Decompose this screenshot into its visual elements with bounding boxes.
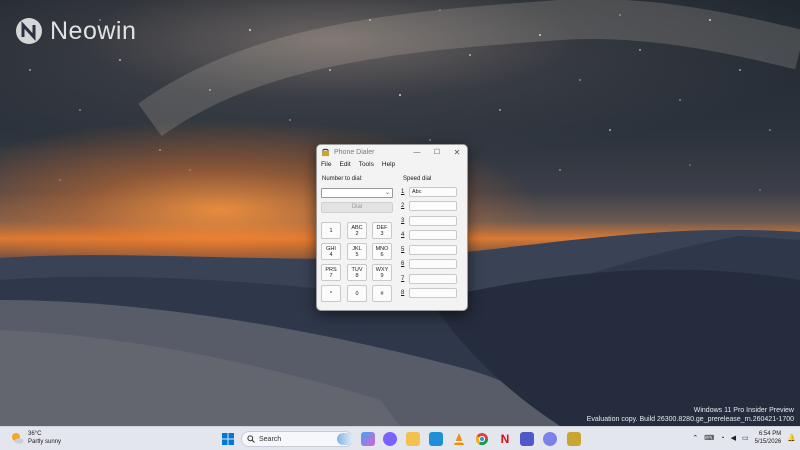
neowin-logo: Neowin xyxy=(14,16,136,46)
key-digit: 2 xyxy=(355,230,359,237)
language-icon[interactable]: ⌨ xyxy=(704,434,714,442)
weather-widget[interactable]: 36°C Partly sunny xyxy=(10,430,61,446)
taskbar: 36°C Partly sunny Search N ⌃ ⌨ ◔ ◀ ▭ 6:5… xyxy=(0,426,800,450)
key-digit: 0 xyxy=(355,290,359,297)
watermark-line-1: Windows 11 Pro Insider Preview xyxy=(693,407,794,414)
battery-icon[interactable]: ▭ xyxy=(742,434,749,442)
phone-dialer-taskbar-icon[interactable] xyxy=(567,432,581,446)
keypad-key-hash[interactable]: # xyxy=(372,285,392,302)
key-digit: * xyxy=(329,290,333,297)
wifi-icon[interactable]: ◔ xyxy=(720,435,724,442)
neowin-logo-icon xyxy=(16,18,42,44)
speed-dial-button-1[interactable]: Abc xyxy=(409,187,457,197)
search-icon xyxy=(247,435,255,443)
volume-icon[interactable]: ◀ xyxy=(731,434,736,442)
speed-dial-button-4[interactable] xyxy=(409,230,457,240)
window-title: Phone Dialer xyxy=(334,148,375,156)
speed-dial-number-6: 6 xyxy=(401,261,405,267)
dial-button[interactable]: Dial xyxy=(321,202,393,213)
copilot-icon[interactable] xyxy=(361,432,375,446)
key-digit: 3 xyxy=(380,230,384,237)
key-digit: 6 xyxy=(380,251,384,258)
speed-dial-number-7: 7 xyxy=(401,276,405,282)
keypad-key-5[interactable]: JKL 5 xyxy=(347,243,367,260)
keypad-key-4[interactable]: GHI 4 xyxy=(321,243,341,260)
speed-dial-button-8[interactable] xyxy=(409,288,457,298)
app-icon-purple[interactable] xyxy=(383,432,397,446)
key-digit: 1 xyxy=(329,227,333,234)
teams-icon[interactable] xyxy=(520,432,534,446)
search-highlight-icon xyxy=(337,433,353,445)
keypad-key-1[interactable]: 1 xyxy=(321,222,341,239)
notification-bell-icon[interactable]: 🔔 xyxy=(787,434,796,442)
taskbar-clock[interactable]: 6:54 PM 5/15/2026 xyxy=(755,430,782,446)
chevron-up-icon[interactable]: ⌃ xyxy=(692,434,698,442)
chrome-icon[interactable] xyxy=(475,432,489,446)
vlc-icon[interactable] xyxy=(452,432,466,446)
chevron-down-icon[interactable]: ⌄ xyxy=(385,189,390,198)
number-to-dial-combobox[interactable]: ⌄ xyxy=(321,188,393,198)
speed-dial-button-5[interactable] xyxy=(409,245,457,255)
speed-dial-number-5: 5 xyxy=(401,247,405,253)
menu-file[interactable]: File xyxy=(321,161,331,168)
key-digit: 8 xyxy=(355,272,359,279)
file-explorer-icon[interactable] xyxy=(406,432,420,446)
key-digit: 5 xyxy=(355,251,359,258)
phone-dialer-window: Phone Dialer — ☐ ✕ File Edit Tools Help … xyxy=(316,144,468,311)
weather-temp: 36°C xyxy=(28,431,42,437)
menu-tools[interactable]: Tools xyxy=(359,161,374,168)
partly-sunny-icon xyxy=(12,433,24,444)
weather-desc: Partly sunny xyxy=(28,439,62,445)
keypad-key-6[interactable]: MNO 6 xyxy=(372,243,392,260)
search-placeholder: Search xyxy=(259,435,282,443)
speed-dial-number-4: 4 xyxy=(401,232,405,238)
speed-dial-label: Speed dial xyxy=(403,176,432,182)
speed-dial-button-7[interactable] xyxy=(409,274,457,284)
keypad-key-3[interactable]: DEF 3 xyxy=(372,222,392,239)
clock-time: 6:54 PM xyxy=(758,431,782,437)
keypad-key-star[interactable]: * xyxy=(321,285,341,302)
phone-dialer-app-icon xyxy=(321,148,330,156)
menu-help[interactable]: Help xyxy=(382,161,395,168)
watermark-line-2: Evaluation copy. Build 26300.8280.ge_pre… xyxy=(586,416,794,423)
clock-date: 5/15/2026 xyxy=(754,439,782,445)
evaluation-watermark: Windows 11 Pro Insider Preview Evaluatio… xyxy=(587,406,794,424)
keypad-key-9[interactable]: WXY 9 xyxy=(372,264,392,281)
key-digit: # xyxy=(380,290,384,297)
title-bar[interactable]: Phone Dialer — ☐ ✕ xyxy=(317,145,467,159)
keypad-key-8[interactable]: TUV 8 xyxy=(347,264,367,281)
speed-dial-button-6[interactable] xyxy=(409,259,457,269)
number-to-dial-label: Number to dial: xyxy=(322,176,363,182)
system-tray: ⌃ ⌨ ◔ ◀ ▭ 6:54 PM 5/15/2026 🔔 xyxy=(692,430,796,446)
keypad-key-2[interactable]: ABC 2 xyxy=(347,222,367,239)
netflix-icon[interactable]: N xyxy=(498,432,512,446)
speed-dial-number-1: 1 xyxy=(401,189,405,195)
keypad-key-0[interactable]: 0 xyxy=(347,285,367,302)
keypad-key-7[interactable]: PRS 7 xyxy=(321,264,341,281)
key-digit: 7 xyxy=(329,272,333,279)
close-button[interactable]: ✕ xyxy=(447,145,467,159)
app-icon-blue[interactable] xyxy=(543,432,557,446)
key-digit: 4 xyxy=(329,251,333,258)
minimize-button[interactable]: — xyxy=(407,145,427,159)
menu-bar: File Edit Tools Help xyxy=(317,159,467,169)
dialer-body: Number to dial: ⌄ Dial 1 ABC 2 DEF 3 GHI 4 … xyxy=(317,169,467,310)
speed-dial-number-3: 3 xyxy=(401,218,405,224)
microsoft-store-icon[interactable] xyxy=(429,432,443,446)
windows-start-icon[interactable] xyxy=(221,432,235,446)
key-digit: 9 xyxy=(380,272,384,279)
neowin-logo-text: Neowin xyxy=(50,16,137,45)
speed-dial-button-2[interactable] xyxy=(409,201,457,211)
menu-edit[interactable]: Edit xyxy=(339,161,350,168)
speed-dial-number-8: 8 xyxy=(401,290,405,296)
maximize-button[interactable]: ☐ xyxy=(427,145,447,159)
speed-dial-number-2: 2 xyxy=(401,203,405,209)
speed-dial-button-3[interactable] xyxy=(409,216,457,226)
